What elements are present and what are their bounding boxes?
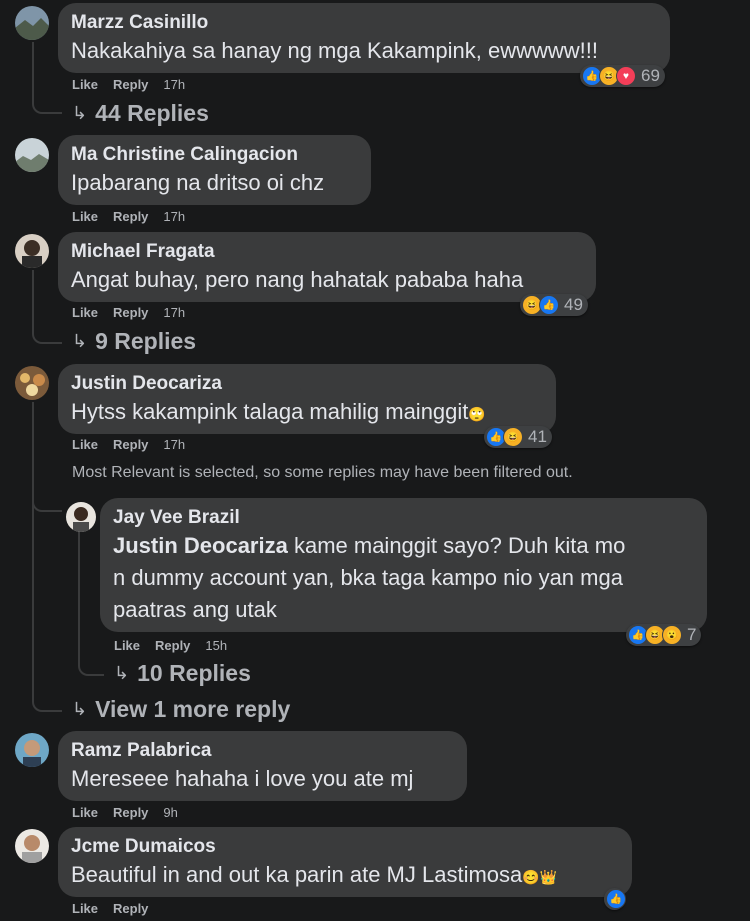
reply-arrow-icon: ↳ [72, 699, 88, 719]
like-button[interactable]: Like [72, 901, 98, 916]
comment-text-body: Hytss kakampink talaga mahilig mainggit [71, 399, 469, 424]
reply-author[interactable]: Jay Vee Brazil [113, 506, 694, 530]
comment-actions: Like Reply 17h [72, 305, 185, 320]
comment-bubble: Jcme Dumaicos Beautiful in and out ka pa… [58, 827, 632, 897]
reply-arrow-icon: ↳ [114, 663, 130, 683]
timestamp[interactable]: 17h [163, 77, 185, 92]
comment-bubble: Justin Deocariza Hytss kakampink talaga … [58, 364, 556, 434]
reaction-summary[interactable]: 👍 [604, 888, 626, 910]
thread-elbow [32, 688, 62, 712]
comment-actions: Like Reply 9h [72, 805, 178, 820]
avatar[interactable] [15, 6, 49, 40]
comment-actions: Like Reply 17h [72, 209, 185, 224]
like-button[interactable]: Like [72, 305, 98, 320]
thread-elbow [78, 652, 104, 676]
avatar[interactable] [15, 234, 49, 268]
comment-actions: Like Reply 17h [72, 437, 185, 452]
timestamp[interactable]: 17h [163, 305, 185, 320]
comment-author[interactable]: Jcme Dumaicos [71, 835, 619, 859]
reply-actions: Like Reply 15h [114, 638, 227, 653]
smile-emoji-icon: 😊 [522, 869, 540, 885]
view-replies-button[interactable]: ↳ 9 Replies [72, 328, 196, 355]
like-icon: 👍 [539, 295, 559, 315]
mention-link[interactable]: Justin Deocariza [113, 533, 288, 558]
reaction-count: 69 [641, 66, 660, 85]
comment-author[interactable]: Marzz Casinillo [71, 11, 657, 35]
reply-text-line1: kame mainggit sayo? Duh kita mo [287, 533, 626, 558]
timestamp[interactable]: 15h [205, 638, 227, 653]
haha-icon: 😆 [503, 427, 523, 447]
avatar[interactable] [66, 502, 96, 532]
view-replies-button[interactable]: ↳ 10 Replies [114, 660, 251, 687]
reply-text-line3: paatras ang utak [113, 597, 277, 622]
reply-text-line2: n dummy account yan, bka taga kampo nio … [113, 565, 623, 590]
avatar[interactable] [15, 366, 49, 400]
comment-text: Ipabarang na dritso oi chz [71, 170, 325, 195]
comment-bubble: Marzz Casinillo Nakakahiya sa hanay ng m… [58, 3, 670, 73]
view-more-label: View 1 more reply [95, 696, 291, 722]
reply-arrow-icon: ↳ [72, 103, 88, 123]
comment-text: Mereseee hahaha i love you ate mj [71, 766, 414, 791]
comment-bubble: Ma Christine Calingacion Ipabarang na dr… [58, 135, 371, 205]
eye-roll-emoji-icon: 🙄 [468, 406, 486, 422]
like-button[interactable]: Like [72, 209, 98, 224]
replies-count: 9 Replies [95, 328, 197, 354]
comment-text: Beautiful in and out ka parin ate MJ Las… [71, 859, 619, 893]
comment-text: Hytss kakampink talaga mahilig mainggit🙄 [71, 396, 543, 430]
like-button[interactable]: Like [72, 77, 98, 92]
reply-button[interactable]: Reply [113, 77, 148, 92]
reaction-count: 7 [687, 625, 697, 644]
reaction-summary[interactable]: 😆 👍 49 [520, 294, 588, 316]
timestamp[interactable]: 9h [163, 805, 177, 820]
filter-notice: Most Relevant is selected, so some repli… [72, 464, 573, 481]
comment-bubble: Michael Fragata Angat buhay, pero nang h… [58, 232, 596, 302]
reply-button[interactable]: Reply [155, 638, 190, 653]
view-more-reply-button[interactable]: ↳ View 1 more reply [72, 696, 290, 723]
reply-button[interactable]: Reply [113, 437, 148, 452]
thread-elbow [32, 488, 62, 512]
like-button[interactable]: Like [72, 805, 98, 820]
reply-text: Justin Deocariza kame mainggit sayo? Duh… [113, 530, 694, 562]
reaction-summary[interactable]: 👍 😆 41 [484, 426, 552, 448]
comment-author[interactable]: Ma Christine Calingacion [71, 143, 358, 167]
love-icon: ♥ [616, 66, 636, 86]
replies-count: 44 Replies [95, 100, 209, 126]
crown-emoji-icon: 👑 [539, 869, 558, 885]
comment-text-body: Beautiful in and out ka parin ate MJ Las… [71, 862, 523, 887]
reply-button[interactable]: Reply [113, 305, 148, 320]
reply-button[interactable]: Reply [113, 209, 148, 224]
thread-line [78, 530, 80, 660]
reply-bubble: Jay Vee Brazil Justin Deocariza kame mai… [100, 498, 707, 632]
avatar[interactable] [15, 829, 49, 863]
reaction-count: 49 [564, 295, 583, 314]
reply-button[interactable]: Reply [113, 805, 148, 820]
comment-author[interactable]: Justin Deocariza [71, 372, 543, 396]
timestamp[interactable]: 17h [163, 437, 185, 452]
wow-icon: 😮 [662, 625, 682, 645]
comment-author[interactable]: Michael Fragata [71, 240, 583, 264]
view-replies-button[interactable]: ↳ 44 Replies [72, 100, 209, 127]
reply-button[interactable]: Reply [113, 901, 148, 916]
comment-author[interactable]: Ramz Palabrica [71, 739, 454, 763]
like-button[interactable]: Like [114, 638, 140, 653]
thread-elbow [32, 90, 62, 114]
comment-actions: Like Reply 17h [72, 77, 185, 92]
reaction-summary[interactable]: 👍 😆 ♥ 69 [580, 65, 665, 87]
replies-count: 10 Replies [137, 660, 251, 686]
like-icon: 👍 [606, 889, 626, 909]
comment-actions: Like Reply [72, 901, 148, 916]
comment-text: Angat buhay, pero nang hahatak pababa ha… [71, 267, 524, 292]
timestamp[interactable]: 17h [163, 209, 185, 224]
comment-text: Nakakahiya sa hanay ng mga Kakampink, ew… [71, 38, 599, 63]
thread-line [32, 402, 34, 697]
reaction-summary[interactable]: 👍 😆 😮 7 [626, 624, 702, 646]
like-button[interactable]: Like [72, 437, 98, 452]
reply-arrow-icon: ↳ [72, 331, 88, 351]
thread-elbow [32, 320, 62, 344]
avatar[interactable] [15, 138, 49, 172]
avatar[interactable] [15, 733, 49, 767]
comment-bubble: Ramz Palabrica Mereseee hahaha i love yo… [58, 731, 467, 801]
reaction-count: 41 [528, 427, 547, 446]
